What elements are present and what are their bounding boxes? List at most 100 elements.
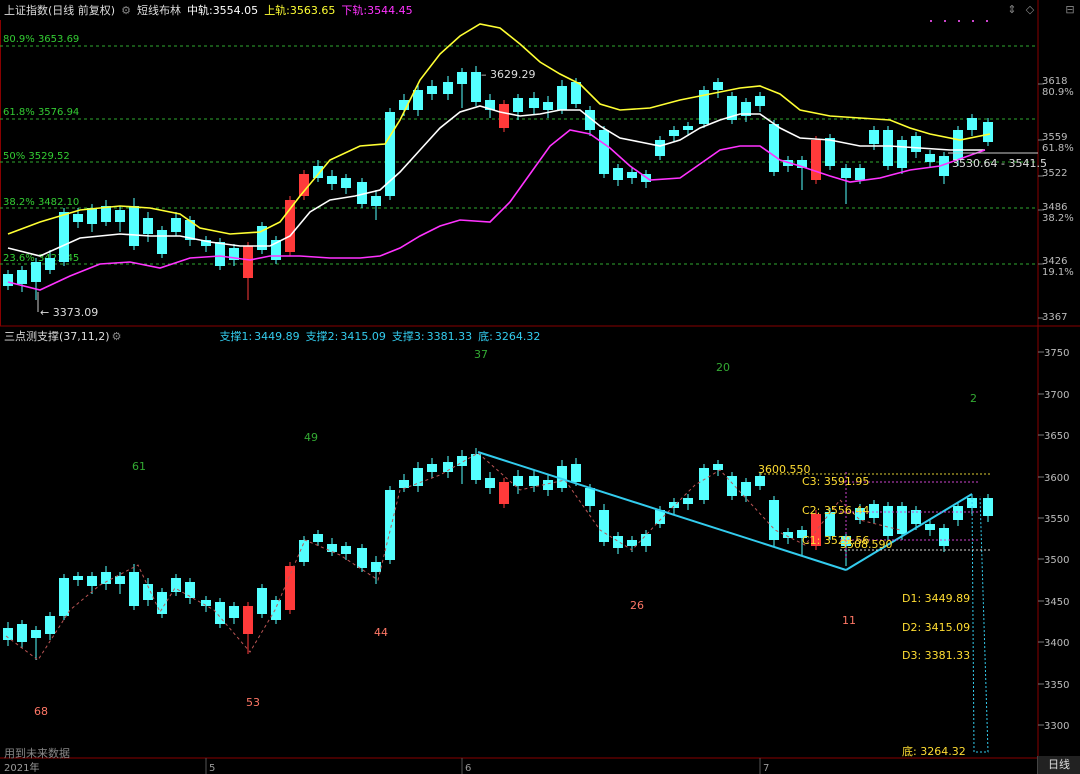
candle-body xyxy=(229,606,239,618)
mid-label: 中轨: xyxy=(186,4,213,17)
bottom-panel-grid xyxy=(1038,351,1044,726)
svg-text:5: 5 xyxy=(209,763,215,774)
candle-body xyxy=(371,562,381,572)
candle-body xyxy=(655,140,665,156)
svg-text:26: 26 xyxy=(630,599,644,612)
upper-label: 上轨: xyxy=(264,4,290,17)
support2-label: 支撑2: xyxy=(305,330,339,343)
indicator-dots xyxy=(930,20,988,22)
candle-body xyxy=(299,174,309,196)
svg-text:3508.590: 3508.590 xyxy=(840,538,893,551)
svg-text:3750: 3750 xyxy=(1044,348,1069,359)
candle-body xyxy=(385,490,395,560)
date-axis: 2021年 5 6 7 xyxy=(4,758,769,774)
candle-body xyxy=(171,578,181,592)
candle-body xyxy=(17,624,27,642)
svg-text:3600: 3600 xyxy=(1044,473,1069,484)
expand-icon[interactable]: ⊟ xyxy=(1064,4,1076,16)
candle-body xyxy=(499,104,509,128)
candle-body xyxy=(313,166,323,178)
candle-body xyxy=(869,130,879,144)
candle-body xyxy=(713,464,723,470)
svg-text:D3: 3381.33: D3: 3381.33 xyxy=(902,649,970,662)
indicator-name[interactable]: 短线布林 xyxy=(137,2,181,18)
svg-text:20: 20 xyxy=(716,361,730,374)
symbol-title[interactable]: 上证指数(日线 前复权) xyxy=(4,2,115,18)
upper-band-line xyxy=(7,23,991,235)
svg-text:3559: 3559 xyxy=(1042,132,1067,143)
sub-settings-gear-icon[interactable]: ⚙ xyxy=(112,330,122,343)
candle-body xyxy=(341,546,351,554)
candle-body xyxy=(427,86,437,94)
candle-body xyxy=(73,214,83,222)
candle-body xyxy=(59,578,69,616)
main-header: 上证指数(日线 前复权) ⚙ 短线布林 中轨: 3554.05 上轨: 3563… xyxy=(0,0,1080,20)
candle-body xyxy=(3,628,13,640)
sub-indicator-title[interactable]: 三点测支撑(37,11,2) xyxy=(4,328,110,344)
candle-body xyxy=(925,524,935,530)
diamond-icon[interactable]: ◇ xyxy=(1024,4,1036,16)
candle-body xyxy=(811,140,821,180)
svg-text:49: 49 xyxy=(304,431,318,444)
candle-body xyxy=(557,86,567,110)
top-price-axis: 3618 80.9% 3559 61.8% 3522 3486 38.2% 34… xyxy=(1042,76,1074,323)
svg-text:2021年: 2021年 xyxy=(4,761,39,774)
candle-body xyxy=(983,498,993,516)
candle-body xyxy=(427,464,437,472)
candle-body xyxy=(513,98,523,112)
svg-text:3300: 3300 xyxy=(1044,721,1069,732)
svg-text:3400: 3400 xyxy=(1044,638,1069,649)
candle-body xyxy=(371,196,381,206)
candle-body xyxy=(413,468,423,486)
candle-body xyxy=(271,600,281,620)
top-panel-grid xyxy=(1038,83,1044,319)
settings-gear-icon[interactable]: ⚙ xyxy=(121,4,131,17)
candle-body xyxy=(641,534,651,546)
candle-body xyxy=(825,138,835,166)
candle-body xyxy=(87,208,97,224)
svg-text:3350: 3350 xyxy=(1044,680,1069,691)
zigzag-line xyxy=(5,452,901,661)
svg-text:11: 11 xyxy=(842,614,856,627)
candle-body xyxy=(59,212,69,262)
candle-body xyxy=(413,90,423,110)
fib-label: 50% 3529.52 xyxy=(3,151,70,162)
period-button[interactable]: 日线 xyxy=(1037,756,1080,774)
candle-body xyxy=(45,258,55,270)
candle-body xyxy=(571,82,581,104)
candle-body xyxy=(327,544,337,552)
candle-body xyxy=(243,606,253,634)
candle-body xyxy=(185,582,195,598)
candle-body xyxy=(327,176,337,184)
svg-text:53: 53 xyxy=(246,696,260,709)
candle-body xyxy=(953,506,963,520)
svg-text:D2: 3415.09: D2: 3415.09 xyxy=(902,621,970,634)
candle-body xyxy=(613,536,623,548)
sort-icon[interactable]: ⇕ xyxy=(1006,4,1018,16)
candle-body xyxy=(741,482,751,496)
candle-body xyxy=(755,476,765,486)
candle-body xyxy=(769,124,779,172)
svg-text:2: 2 xyxy=(970,392,977,405)
candle-body xyxy=(585,488,595,506)
candle-body xyxy=(443,82,453,94)
chart-canvas[interactable]: 80.9% 3653.69 61.8% 3576.94 50% 3529.52 … xyxy=(0,0,1080,774)
fib-label: 61.8% 3576.94 xyxy=(3,107,79,118)
lower-value: 3544.45 xyxy=(367,3,413,17)
candle-body xyxy=(883,130,893,166)
svg-text:19.1%: 19.1% xyxy=(1042,267,1074,278)
svg-text:80.9%: 80.9% xyxy=(1042,87,1074,98)
support2-value: 3415.09 xyxy=(340,329,386,343)
candle-body xyxy=(485,478,495,488)
candle-body xyxy=(31,262,41,282)
candle-body xyxy=(3,274,13,286)
sub-indicator-header: 三点测支撑(37,11,2) ⚙ 支撑1: 3449.89 支撑2: 3415.… xyxy=(0,327,1040,345)
candle-body xyxy=(529,476,539,486)
candle-body xyxy=(17,270,27,284)
candle-body xyxy=(143,218,153,234)
pivot-numbers: 37 20 49 61 2 26 44 11 68 53 xyxy=(34,348,977,718)
svg-text:3500: 3500 xyxy=(1044,555,1069,566)
svg-text:底: 3264.32: 底: 3264.32 xyxy=(902,744,966,758)
upper-value: 3563.65 xyxy=(289,3,336,17)
candle-body xyxy=(769,500,779,540)
